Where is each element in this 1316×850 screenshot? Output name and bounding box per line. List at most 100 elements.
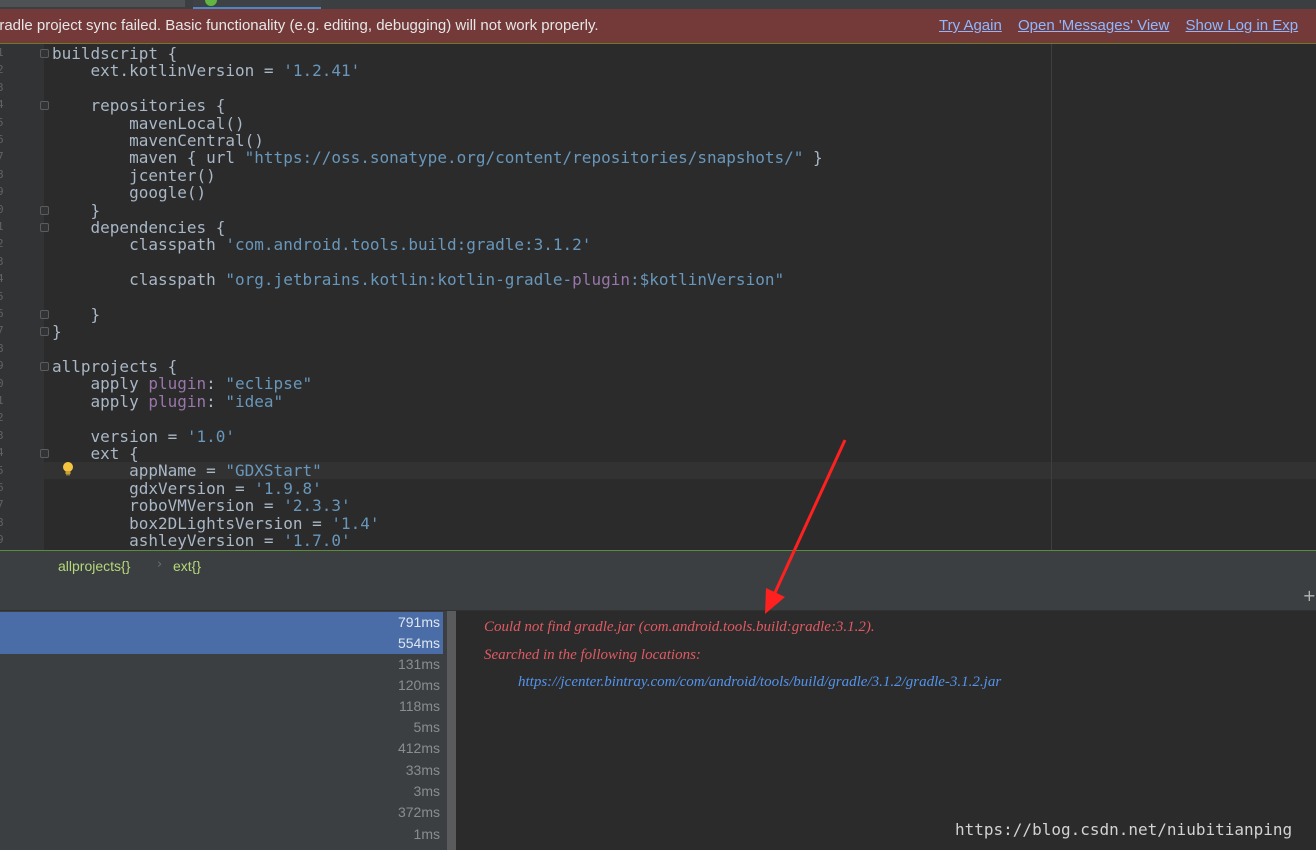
code-line: classpath 'com.android.tools.build:gradl…: [52, 235, 592, 255]
build-tree-timings: 791ms 554ms 131ms 120ms 118ms 5ms 412ms …: [0, 611, 447, 850]
fold-icon[interactable]: [40, 327, 49, 337]
line-number: 8: [0, 515, 4, 529]
code-line: gdxVersion = '1.9.8': [52, 478, 322, 498]
line-number: 2: [0, 237, 4, 251]
code-line: version = '1.0': [52, 426, 236, 446]
editor-tab-active[interactable]: [193, 0, 321, 9]
line-number: 7: [0, 324, 4, 338]
build-tree-row[interactable]: 372ms: [0, 802, 443, 823]
build-tree-row[interactable]: 120ms: [0, 675, 443, 696]
build-tree-row[interactable]: 791ms: [0, 612, 443, 633]
editor-tab-strip: [0, 0, 1316, 9]
code-editor[interactable]: 123456789012345678901234567890 buildscri…: [0, 44, 1316, 550]
code-line: mavenCentral(): [52, 130, 264, 150]
fold-icon[interactable]: [40, 49, 49, 58]
line-number: 1: [0, 46, 4, 59]
line-number: 4: [0, 98, 4, 112]
build-tree-row[interactable]: 554ms: [0, 633, 443, 654]
fold-icon[interactable]: [40, 449, 49, 459]
code-line: box2DLightsVersion = '1.4': [52, 513, 380, 533]
code-line: maven { url "https://oss.sonatype.org/co…: [52, 148, 823, 168]
line-number: 8: [0, 167, 4, 181]
code-line: mavenLocal(): [52, 113, 245, 133]
line-number: 3: [0, 428, 4, 442]
line-number: 4: [0, 272, 4, 286]
vertical-scrollbar[interactable]: [447, 611, 456, 850]
code-line: }: [52, 322, 62, 342]
line-number: 1: [0, 220, 4, 233]
code-line: allprojects {: [52, 357, 178, 377]
line-number: 6: [0, 481, 4, 494]
line-number: 3: [0, 254, 4, 268]
error-line: Could not find gradle.jar (com.android.t…: [484, 619, 875, 635]
code-line: roboVMVersion = '2.3.3': [52, 496, 351, 516]
code-line: }: [52, 304, 101, 324]
build-tree-row[interactable]: 412ms: [0, 738, 443, 759]
line-number: 9: [0, 359, 4, 373]
breadcrumb-separator-icon: ›: [157, 557, 163, 572]
line-number: 8: [0, 341, 4, 355]
breadcrumb-ext[interactable]: ext{}: [173, 558, 201, 574]
code-line: ext {: [52, 443, 139, 463]
scrollbar-thumb[interactable]: [447, 611, 456, 850]
code-line: apply plugin: "idea": [52, 391, 284, 411]
line-number: 2: [0, 411, 4, 425]
line-number: 7: [0, 498, 4, 512]
fold-icon[interactable]: [40, 101, 49, 111]
code-line: appName = "GDXStart": [52, 461, 322, 481]
line-number: 5: [0, 463, 4, 477]
code-line: buildscript {: [52, 44, 178, 63]
build-tree-row[interactable]: 3ms: [0, 781, 443, 802]
line-number: 6: [0, 133, 4, 146]
try-again-link[interactable]: Try Again: [939, 17, 1002, 34]
expand-icon[interactable]: +: [1303, 586, 1316, 605]
line-number: 0: [0, 376, 4, 390]
code-line: google(): [52, 183, 207, 203]
show-log-link[interactable]: Show Log in Exp: [1186, 17, 1299, 34]
line-number: 0: [0, 202, 4, 216]
line-number-gutter: 123456789012345678901234567890: [0, 44, 49, 550]
code-line: apply plugin: "eclipse": [52, 374, 313, 394]
line-number: 9: [0, 533, 4, 547]
code-line: }: [52, 200, 101, 220]
breadcrumb: allprojects{} › ext{}: [0, 550, 1316, 581]
sync-failed-banner: iradle project sync failed. Basic functi…: [0, 9, 1316, 44]
build-tree-row[interactable]: 131ms: [0, 654, 443, 675]
fold-icon[interactable]: [40, 362, 49, 372]
code-line: repositories {: [52, 96, 226, 116]
build-tree-row[interactable]: 1ms: [0, 824, 443, 845]
fold-icon[interactable]: [40, 205, 49, 215]
code-line: dependencies {: [52, 217, 226, 237]
right-margin-guide: [1051, 44, 1052, 550]
sync-failed-message: iradle project sync failed. Basic functi…: [0, 17, 599, 34]
build-output-console: Could not find gradle.jar (com.android.t…: [466, 611, 1316, 850]
location-link[interactable]: https://jcenter.bintray.com/com/android/…: [518, 674, 1001, 691]
fold-icon[interactable]: [40, 223, 49, 232]
gradle-icon: [205, 0, 217, 6]
build-tree-row[interactable]: 33ms: [0, 760, 443, 781]
line-number: 5: [0, 115, 4, 129]
code-line: ext.kotlinVersion = '1.2.41': [52, 61, 361, 81]
line-number: 9: [0, 185, 4, 199]
code-line: classpath "org.jetbrains.kotlin:kotlin-g…: [52, 270, 785, 290]
build-tree-row[interactable]: 118ms: [0, 696, 443, 717]
build-tree-row[interactable]: 5ms: [0, 717, 443, 738]
open-messages-view-link[interactable]: Open 'Messages' View: [1018, 17, 1169, 34]
editor-tab[interactable]: [0, 0, 185, 7]
code-line: ashleyVersion = '1.7.0': [52, 530, 351, 550]
banner-actions: Try Again Open 'Messages' View Show Log …: [939, 17, 1310, 34]
fold-icon[interactable]: [40, 310, 49, 319]
breadcrumb-allprojects[interactable]: allprojects{}: [58, 558, 130, 574]
line-number: 6: [0, 307, 4, 320]
build-tool-window-header: +: [0, 581, 1316, 611]
code-text[interactable]: buildscript { ext.kotlinVersion = '1.2.4…: [52, 44, 823, 550]
line-number: 7: [0, 150, 4, 164]
code-line: jcenter(): [52, 165, 216, 185]
line-number: 1: [0, 394, 4, 407]
line-number: 2: [0, 63, 4, 77]
